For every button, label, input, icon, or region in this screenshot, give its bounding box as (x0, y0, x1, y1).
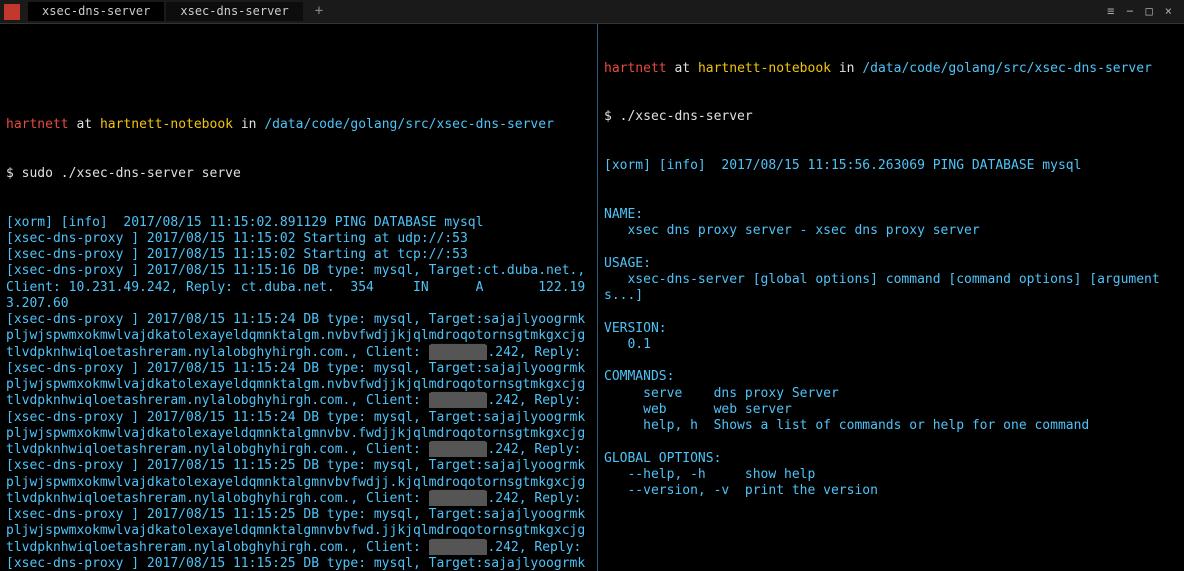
right-terminal[interactable]: hartnett at hartnett-notebook in /data/c… (598, 24, 1184, 571)
output-line: [xsec-dns-proxy ] 2017/08/15 11:15:02 St… (6, 231, 591, 247)
output-line: [xsec-dns-proxy ] 2017/08/15 11:15:25 DB… (6, 507, 591, 556)
help-line (604, 304, 1178, 320)
command-line: $ sudo ./xsec-dns-server serve (6, 166, 591, 182)
redacted-ip: ███████ (429, 540, 488, 555)
prompt-at: at (667, 61, 698, 76)
output-line: [xsec-dns-proxy ] 2017/08/15 11:15:02 St… (6, 247, 591, 263)
output-line: [xsec-dns-proxy ] 2017/08/15 11:15:24 DB… (6, 361, 591, 410)
prompt-path: /data/code/golang/src/xsec-dns-server (264, 117, 554, 132)
titlebar: xsec-dns-server xsec-dns-server + ≡ − □ … (0, 0, 1184, 24)
tab-add-button[interactable]: + (305, 3, 333, 21)
help-line: help, h Shows a list of commands or help… (604, 418, 1178, 434)
help-line: GLOBAL OPTIONS: (604, 451, 1178, 467)
help-line: COMMANDS: (604, 369, 1178, 385)
output-line: [xsec-dns-proxy ] 2017/08/15 11:15:24 DB… (6, 312, 591, 361)
terminal-output: [xorm] [info] 2017/08/15 11:15:02.891129… (6, 215, 591, 571)
prompt-in: in (233, 117, 264, 132)
output-line: [xsec-dns-proxy ] 2017/08/15 11:15:16 DB… (6, 263, 591, 312)
window-controls: ≡ − □ × (1107, 4, 1180, 19)
command-line: $ ./xsec-dns-server (604, 109, 1178, 125)
prompt-line: hartnett at hartnett-notebook in /data/c… (6, 117, 591, 133)
prompt-host: hartnett-notebook (698, 61, 831, 76)
prompt-line: hartnett at hartnett-notebook in /data/c… (604, 61, 1178, 77)
help-line: --version, -v print the version (604, 483, 1178, 499)
help-line: NAME: (604, 207, 1178, 223)
app-icon (4, 4, 20, 20)
redacted-ip: ███████ (429, 491, 488, 506)
redacted-ip: ███████ (429, 345, 488, 360)
help-output: NAME: xsec dns proxy server - xsec dns p… (604, 207, 1178, 500)
help-line: web web server (604, 402, 1178, 418)
help-line (604, 239, 1178, 255)
output-line: [xsec-dns-proxy ] 2017/08/15 11:15:24 DB… (6, 410, 591, 459)
help-line: --help, -h show help (604, 467, 1178, 483)
output-line: [xsec-dns-proxy ] 2017/08/15 11:15:25 DB… (6, 458, 591, 507)
redacted-ip: ███████ (429, 393, 488, 408)
prompt-user: hartnett (6, 117, 69, 132)
menu-icon[interactable]: ≡ (1107, 4, 1114, 19)
prompt-in: in (831, 61, 862, 76)
help-line (604, 353, 1178, 369)
help-line: serve dns proxy Server (604, 386, 1178, 402)
help-line: VERSION: (604, 321, 1178, 337)
tab-1[interactable]: xsec-dns-server (28, 2, 164, 21)
help-line: xsec-dns-server [global options] command… (604, 272, 1178, 305)
maximize-icon[interactable]: □ (1146, 4, 1153, 19)
close-icon[interactable]: × (1165, 4, 1172, 19)
prompt-path: /data/code/golang/src/xsec-dns-server (862, 61, 1152, 76)
left-terminal[interactable]: hartnett at hartnett-notebook in /data/c… (0, 24, 598, 571)
tab-2[interactable]: xsec-dns-server (166, 2, 302, 21)
minimize-icon[interactable]: − (1126, 4, 1133, 19)
help-line: USAGE: (604, 256, 1178, 272)
help-line: xsec dns proxy server - xsec dns proxy s… (604, 223, 1178, 239)
prompt-at: at (69, 117, 100, 132)
split-panes: hartnett at hartnett-notebook in /data/c… (0, 24, 1184, 571)
redacted-ip: ███████ (429, 442, 488, 457)
help-line: 0.1 (604, 337, 1178, 353)
output-line: [xorm] [info] 2017/08/15 11:15:02.891129… (6, 215, 591, 231)
output-line: [xsec-dns-proxy ] 2017/08/15 11:15:25 DB… (6, 556, 591, 571)
output-line: [xorm] [info] 2017/08/15 11:15:56.263069… (604, 158, 1178, 174)
prompt-user: hartnett (604, 61, 667, 76)
help-line (604, 434, 1178, 450)
prompt-host: hartnett-notebook (100, 117, 233, 132)
